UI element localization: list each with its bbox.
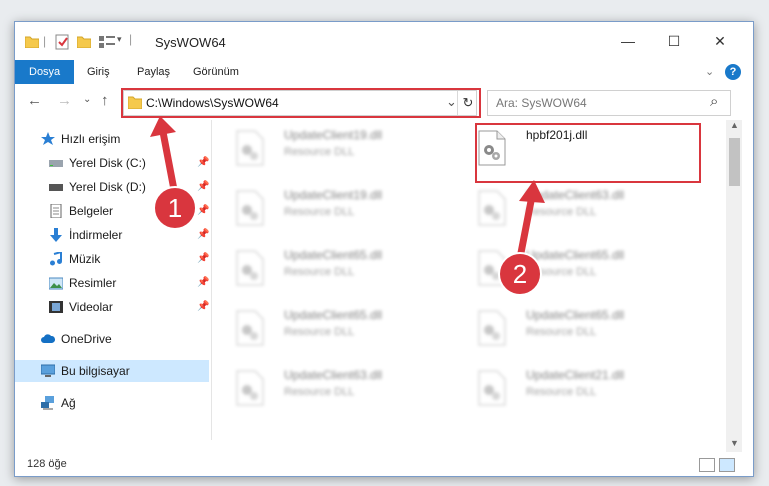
callout-1: 1 (153, 186, 197, 230)
annotation-arrows (150, 116, 545, 262)
callout-2: 2 (498, 252, 542, 296)
